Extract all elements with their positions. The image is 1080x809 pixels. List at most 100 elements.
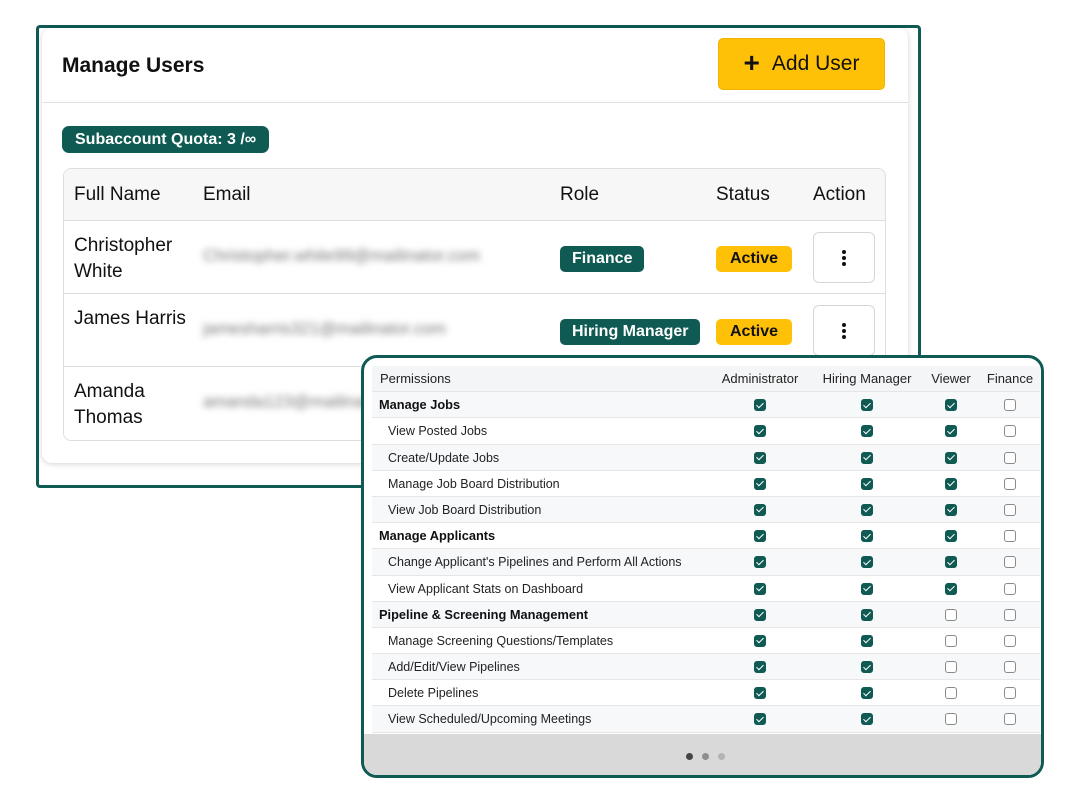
row-action-button[interactable] [813, 232, 875, 283]
col-email: Email [203, 184, 251, 205]
permission-label: Change Applicant's Pipelines and Perform… [388, 555, 682, 570]
checkbox-icon[interactable] [861, 556, 873, 569]
permission-label: View Scheduled/Upcoming Meetings [388, 712, 592, 727]
checkbox-icon[interactable] [945, 530, 957, 543]
checkbox-icon[interactable] [861, 687, 873, 700]
checkbox-icon[interactable] [1004, 687, 1016, 700]
col-hiring-manager: Hiring Manager [822, 371, 912, 386]
pager-bar [364, 734, 1041, 775]
checkbox-icon[interactable] [754, 687, 766, 700]
permission-row: Manage Job Board Distribution [372, 471, 1040, 497]
pager-dot[interactable] [717, 753, 725, 760]
checkbox-icon[interactable] [1004, 451, 1016, 464]
user-name: Christopher White [74, 235, 173, 282]
permission-row: Create/Update Jobs [372, 444, 1040, 471]
checkbox-icon[interactable] [754, 582, 766, 595]
col-role: Role [560, 184, 600, 205]
checkbox-icon[interactable] [1004, 477, 1016, 490]
pager-dot[interactable] [701, 753, 709, 760]
checkbox-icon[interactable] [754, 477, 766, 490]
checkbox-icon[interactable] [945, 687, 957, 700]
checkbox-icon[interactable] [1004, 661, 1016, 674]
checkbox-icon[interactable] [945, 608, 957, 621]
checkbox-icon[interactable] [861, 503, 873, 516]
checkbox-icon[interactable] [1004, 399, 1016, 412]
status-badge: Active [716, 246, 793, 272]
checkbox-icon[interactable] [1004, 634, 1016, 647]
checkbox-icon[interactable] [861, 634, 873, 647]
checkbox-icon[interactable] [945, 634, 957, 647]
col-permissions: Permissions [380, 371, 451, 386]
user-email: jamesharris321@mailinator.com [203, 319, 447, 338]
col-viewer: Viewer [931, 371, 971, 386]
checkbox-icon[interactable] [1004, 556, 1016, 569]
vertical-dots-icon [842, 249, 846, 266]
add-user-button[interactable]: + Add User [718, 38, 885, 90]
permissions-header: Permissions Administrator Hiring Manager… [372, 366, 1040, 393]
permission-row: View Posted Jobs [372, 418, 1040, 445]
permission-label: Manage Screening Questions/Templates [388, 633, 614, 648]
table-row: Christopher White Christopher.white99@ma… [64, 221, 885, 294]
checkbox-icon[interactable] [861, 477, 873, 490]
checkbox-icon[interactable] [945, 399, 957, 412]
checkbox-icon[interactable] [1004, 530, 1016, 543]
permission-label: Manage Job Board Distribution [388, 476, 560, 491]
checkbox-icon[interactable] [861, 608, 873, 621]
checkbox-icon[interactable] [754, 399, 766, 412]
checkbox-icon[interactable] [945, 477, 957, 490]
permission-row: Delete Pipelines [372, 680, 1040, 707]
permission-section-row: Pipeline & Screening Management [372, 601, 1040, 628]
checkbox-icon[interactable] [1004, 713, 1016, 726]
permission-section-label: Manage Applicants [379, 528, 496, 544]
permissions-panel: Permissions Administrator Hiring Manager… [361, 355, 1044, 778]
checkbox-icon[interactable] [754, 608, 766, 621]
permission-row: Add/Edit/View Pipelines [372, 654, 1040, 681]
permission-section-label: Manage Jobs [379, 397, 461, 413]
permission-label: View Job Board Distribution [388, 502, 542, 517]
checkbox-icon[interactable] [1004, 503, 1016, 516]
vertical-dots-icon [842, 322, 846, 339]
page-title: Manage Users [62, 54, 205, 77]
col-status: Status [716, 184, 770, 205]
checkbox-icon[interactable] [1004, 582, 1016, 595]
permission-label: Create/Update Jobs [388, 450, 500, 465]
row-action-button[interactable] [813, 305, 875, 356]
checkbox-icon[interactable] [861, 582, 873, 595]
checkbox-icon[interactable] [861, 713, 873, 726]
checkbox-icon[interactable] [945, 451, 957, 464]
checkbox-icon[interactable] [945, 661, 957, 674]
user-name: James Harris [74, 308, 186, 329]
checkbox-icon[interactable] [861, 530, 873, 543]
checkbox-icon[interactable] [945, 425, 957, 438]
permission-label: Add/Edit/View Pipelines [388, 660, 520, 675]
checkbox-icon[interactable] [754, 556, 766, 569]
permission-label: View Applicant Stats on Dashboard [388, 581, 584, 596]
checkbox-icon[interactable] [1004, 425, 1016, 438]
add-user-label: Add User [771, 52, 860, 75]
checkbox-icon[interactable] [1004, 608, 1016, 621]
checkbox-icon[interactable] [754, 530, 766, 543]
permission-label: Delete Pipelines [388, 686, 479, 701]
role-badge: Hiring Manager [560, 319, 701, 345]
checkbox-icon[interactable] [945, 582, 957, 595]
checkbox-icon[interactable] [945, 713, 957, 726]
checkbox-icon[interactable] [754, 451, 766, 464]
col-finance: Finance [986, 371, 1034, 386]
checkbox-icon[interactable] [754, 503, 766, 516]
checkbox-icon[interactable] [945, 556, 957, 569]
checkbox-icon[interactable] [861, 661, 873, 674]
checkbox-icon[interactable] [861, 399, 873, 412]
plus-icon: + [743, 46, 760, 78]
checkbox-icon[interactable] [861, 451, 873, 464]
checkbox-icon[interactable] [754, 425, 766, 438]
checkbox-icon[interactable] [945, 503, 957, 516]
user-name: Amanda Thomas [74, 381, 145, 428]
col-administrator: Administrator [721, 371, 799, 386]
checkbox-icon[interactable] [754, 713, 766, 726]
pager-dot[interactable] [685, 753, 693, 760]
checkbox-icon[interactable] [754, 634, 766, 647]
checkbox-icon[interactable] [754, 661, 766, 674]
checkbox-icon[interactable] [861, 425, 873, 438]
permission-row: Manage Screening Questions/Templates [372, 628, 1040, 655]
permission-label: View Posted Jobs [388, 424, 488, 439]
